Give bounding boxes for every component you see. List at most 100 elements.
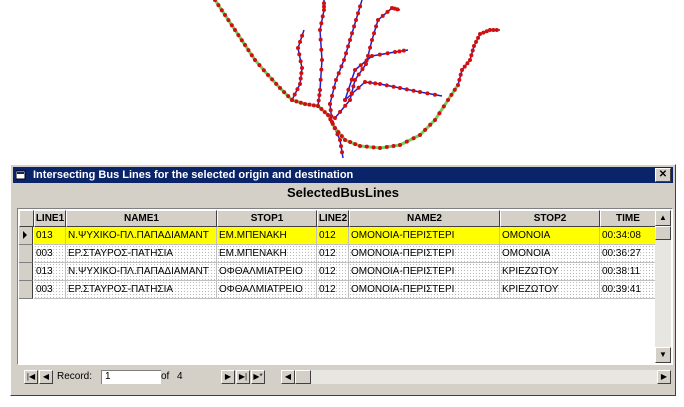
cell-line1[interactable]: 013 [34,263,66,281]
cell-time[interactable]: 00:34:08 [600,227,656,245]
horizontal-scroll-thumb[interactable] [295,370,311,384]
bus-stop-marker [385,51,390,56]
bus-stop-marker [298,100,303,105]
first-record-button[interactable]: |◀ [24,370,38,384]
cell-name1[interactable]: Ν.ΨΥΧΙΚΟ-ΠΛ.ΠΑΠΑΔΙΑΜΑΝΤ [66,263,217,281]
select-all-corner[interactable] [19,210,34,227]
table-row[interactable]: 013 Ν.ΨΥΧΙΚΟ-ΠΛ.ΠΑΠΑΔΙΑΜΑΝΤ ΟΦΘΑΛΜΙΑΤΡΕΙ… [33,263,656,281]
intersecting-bus-lines-window: Intersecting Bus Lines for the selected … [10,164,676,396]
new-record-button[interactable]: ▶* [251,370,265,384]
column-header-line1[interactable]: LINE1 [34,210,66,227]
bus-stop-marker [239,38,244,43]
column-header-name1[interactable]: NAME1 [66,210,217,227]
bus-stop-marker [349,91,354,96]
horizontal-scrollbar[interactable]: ◀ ▶ [281,370,671,384]
cell-name1[interactable]: ΕΡ.ΣΤΑΥΡΟΣ-ΠΑΤΗΣΙΑ [66,281,217,299]
scroll-down-button[interactable]: ▼ [655,347,671,363]
vertical-scrollbar[interactable]: ▲ ▼ [655,210,671,363]
cell-name2[interactable]: ΟΜΟΝΟΙΑ-ΠΕΡΙΣΤΕΡΙ [349,245,500,263]
previous-record-button[interactable]: ◀ [39,370,53,384]
of-label: of [161,371,170,382]
bus-stop-marker [352,24,357,29]
bus-stop-marker [226,18,231,23]
datasheet-grid[interactable]: LINE1 NAME1 STOP1 LINE2 NAME2 STOP2 TIME… [17,208,673,365]
bus-stop-marker [300,33,305,38]
table-row[interactable]: 003 ΕΡ.ΣΤΑΥΡΟΣ-ΠΑΤΗΣΙΑ ΕΜ.ΜΠΕΝΑΚΗ 012 ΟΜ… [33,245,656,263]
cell-stop2[interactable]: ΟΜΟΝΟΙΑ [500,227,600,245]
next-record-button[interactable]: ▶ [221,370,235,384]
cell-stop1[interactable]: ΕΜ.ΜΠΕΝΑΚΗ [217,245,317,263]
cell-line2[interactable]: 012 [317,263,349,281]
cell-name1[interactable]: Ν.ΨΥΧΙΚΟ-ΠΛ.ΠΑΠΑΔΙΑΜΑΝΤ [66,227,217,245]
bus-stop-marker [428,122,433,127]
scroll-right-button[interactable]: ▶ [657,370,671,384]
bus-stop-marker [326,113,330,117]
bus-stop-marker [296,46,300,50]
bus-stop-marker [318,37,323,42]
cell-stop2[interactable]: ΚΡΙΕΖΩΤΟΥ [500,281,600,299]
cell-line1[interactable]: 003 [34,245,66,263]
record-selector-current[interactable] [19,227,33,245]
bus-stop-marker [257,63,262,68]
bus-stop-marker [336,71,341,76]
cell-name2[interactable]: ΟΜΟΝΟΙΑ-ΠΕΡΙΣΤΕΡΙ [349,263,500,281]
column-header-stop1[interactable]: STOP1 [217,210,317,227]
record-selector[interactable] [19,263,33,281]
column-header-line2[interactable]: LINE2 [317,210,349,227]
table-row[interactable]: 003 ΕΡ.ΣΤΑΥΡΟΣ-ΠΑΤΗΣΙΑ ΟΦΘΑΛΜΙΑΤΡΕΙΟ 012… [33,281,656,299]
bus-stop-marker [343,98,347,102]
bus-stop-marker [354,18,358,22]
bus-stop-marker [432,92,437,97]
cell-line2[interactable]: 012 [317,245,349,263]
bus-stop-marker [468,58,472,62]
bus-route-map [213,0,500,159]
cell-time[interactable]: 00:38:11 [600,263,656,281]
record-number-field[interactable]: 1 [101,370,161,384]
cell-stop2[interactable]: ΚΡΙΕΖΩΤΟΥ [500,263,600,281]
bus-stop-marker [457,77,462,82]
cell-line1[interactable]: 013 [34,227,66,245]
bus-stop-marker [366,53,371,58]
table-row[interactable]: 013 Ν.ΨΥΧΙΚΟ-ΠΛ.ΠΑΠΑΔΙΑΜΑΝΤ ΕΜ.ΜΠΕΝΑΚΗ 0… [33,227,656,245]
bus-stop-marker [318,28,322,32]
bus-stop-marker [368,45,373,50]
cell-line2[interactable]: 012 [317,281,349,299]
close-button[interactable]: ✕ [655,168,671,182]
bus-stop-marker [294,99,299,104]
column-header-name2[interactable]: NAME2 [349,210,500,227]
bus-stop-marker [298,39,303,44]
cell-name1[interactable]: ΕΡ.ΣΤΑΥΡΟΣ-ΠΑΤΗΣΙΑ [66,245,217,263]
bus-stop-marker [274,81,279,86]
cell-stop1[interactable]: ΟΦΘΑΛΜΙΑΤΡΕΙΟ [217,281,317,299]
scroll-thumb[interactable] [655,226,671,240]
cell-stop2[interactable]: ΟΜΟΝΟΙΑ [500,245,600,263]
cell-time[interactable]: 00:39:41 [600,281,656,299]
cell-stop1[interactable]: ΟΦΘΑΛΜΙΑΤΡΕΙΟ [217,263,317,281]
bus-stop-marker [298,59,303,64]
cell-line1[interactable]: 003 [34,281,66,299]
bus-stop-marker [316,98,321,103]
window-title: Intersecting Bus Lines for the selected … [33,169,354,181]
last-record-button[interactable]: ▶| [236,370,250,384]
scroll-up-button[interactable]: ▲ [655,210,671,226]
last-record-icon: ▶| [238,372,248,381]
cell-line2[interactable]: 012 [317,227,349,245]
scroll-left-button[interactable]: ◀ [281,370,295,384]
record-selector[interactable] [19,281,33,299]
bus-stop-marker [295,87,300,92]
route-line [344,81,443,101]
record-selector[interactable] [19,245,33,263]
bus-stop-marker [282,90,287,95]
bus-stop-marker [370,54,374,58]
bus-stop-marker [449,92,454,97]
cell-name2[interactable]: ΟΜΟΝΟΙΑ-ΠΕΡΙΣΤΕΡΙ [349,281,500,299]
cell-name2[interactable]: ΟΜΟΝΟΙΑ-ΠΕΡΙΣΤΕΡΙ [349,227,500,245]
bus-stop-marker [297,52,302,57]
arrow-left-icon: ◀ [284,372,292,381]
column-header-time[interactable]: TIME [600,210,656,227]
cell-stop1[interactable]: ΕΜ.ΜΠΕΝΑΚΗ [217,227,317,245]
cell-time[interactable]: 00:36:27 [600,245,656,263]
bus-stop-marker [437,111,442,116]
column-header-stop2[interactable]: STOP2 [500,210,600,227]
bus-stop-marker [311,103,316,108]
